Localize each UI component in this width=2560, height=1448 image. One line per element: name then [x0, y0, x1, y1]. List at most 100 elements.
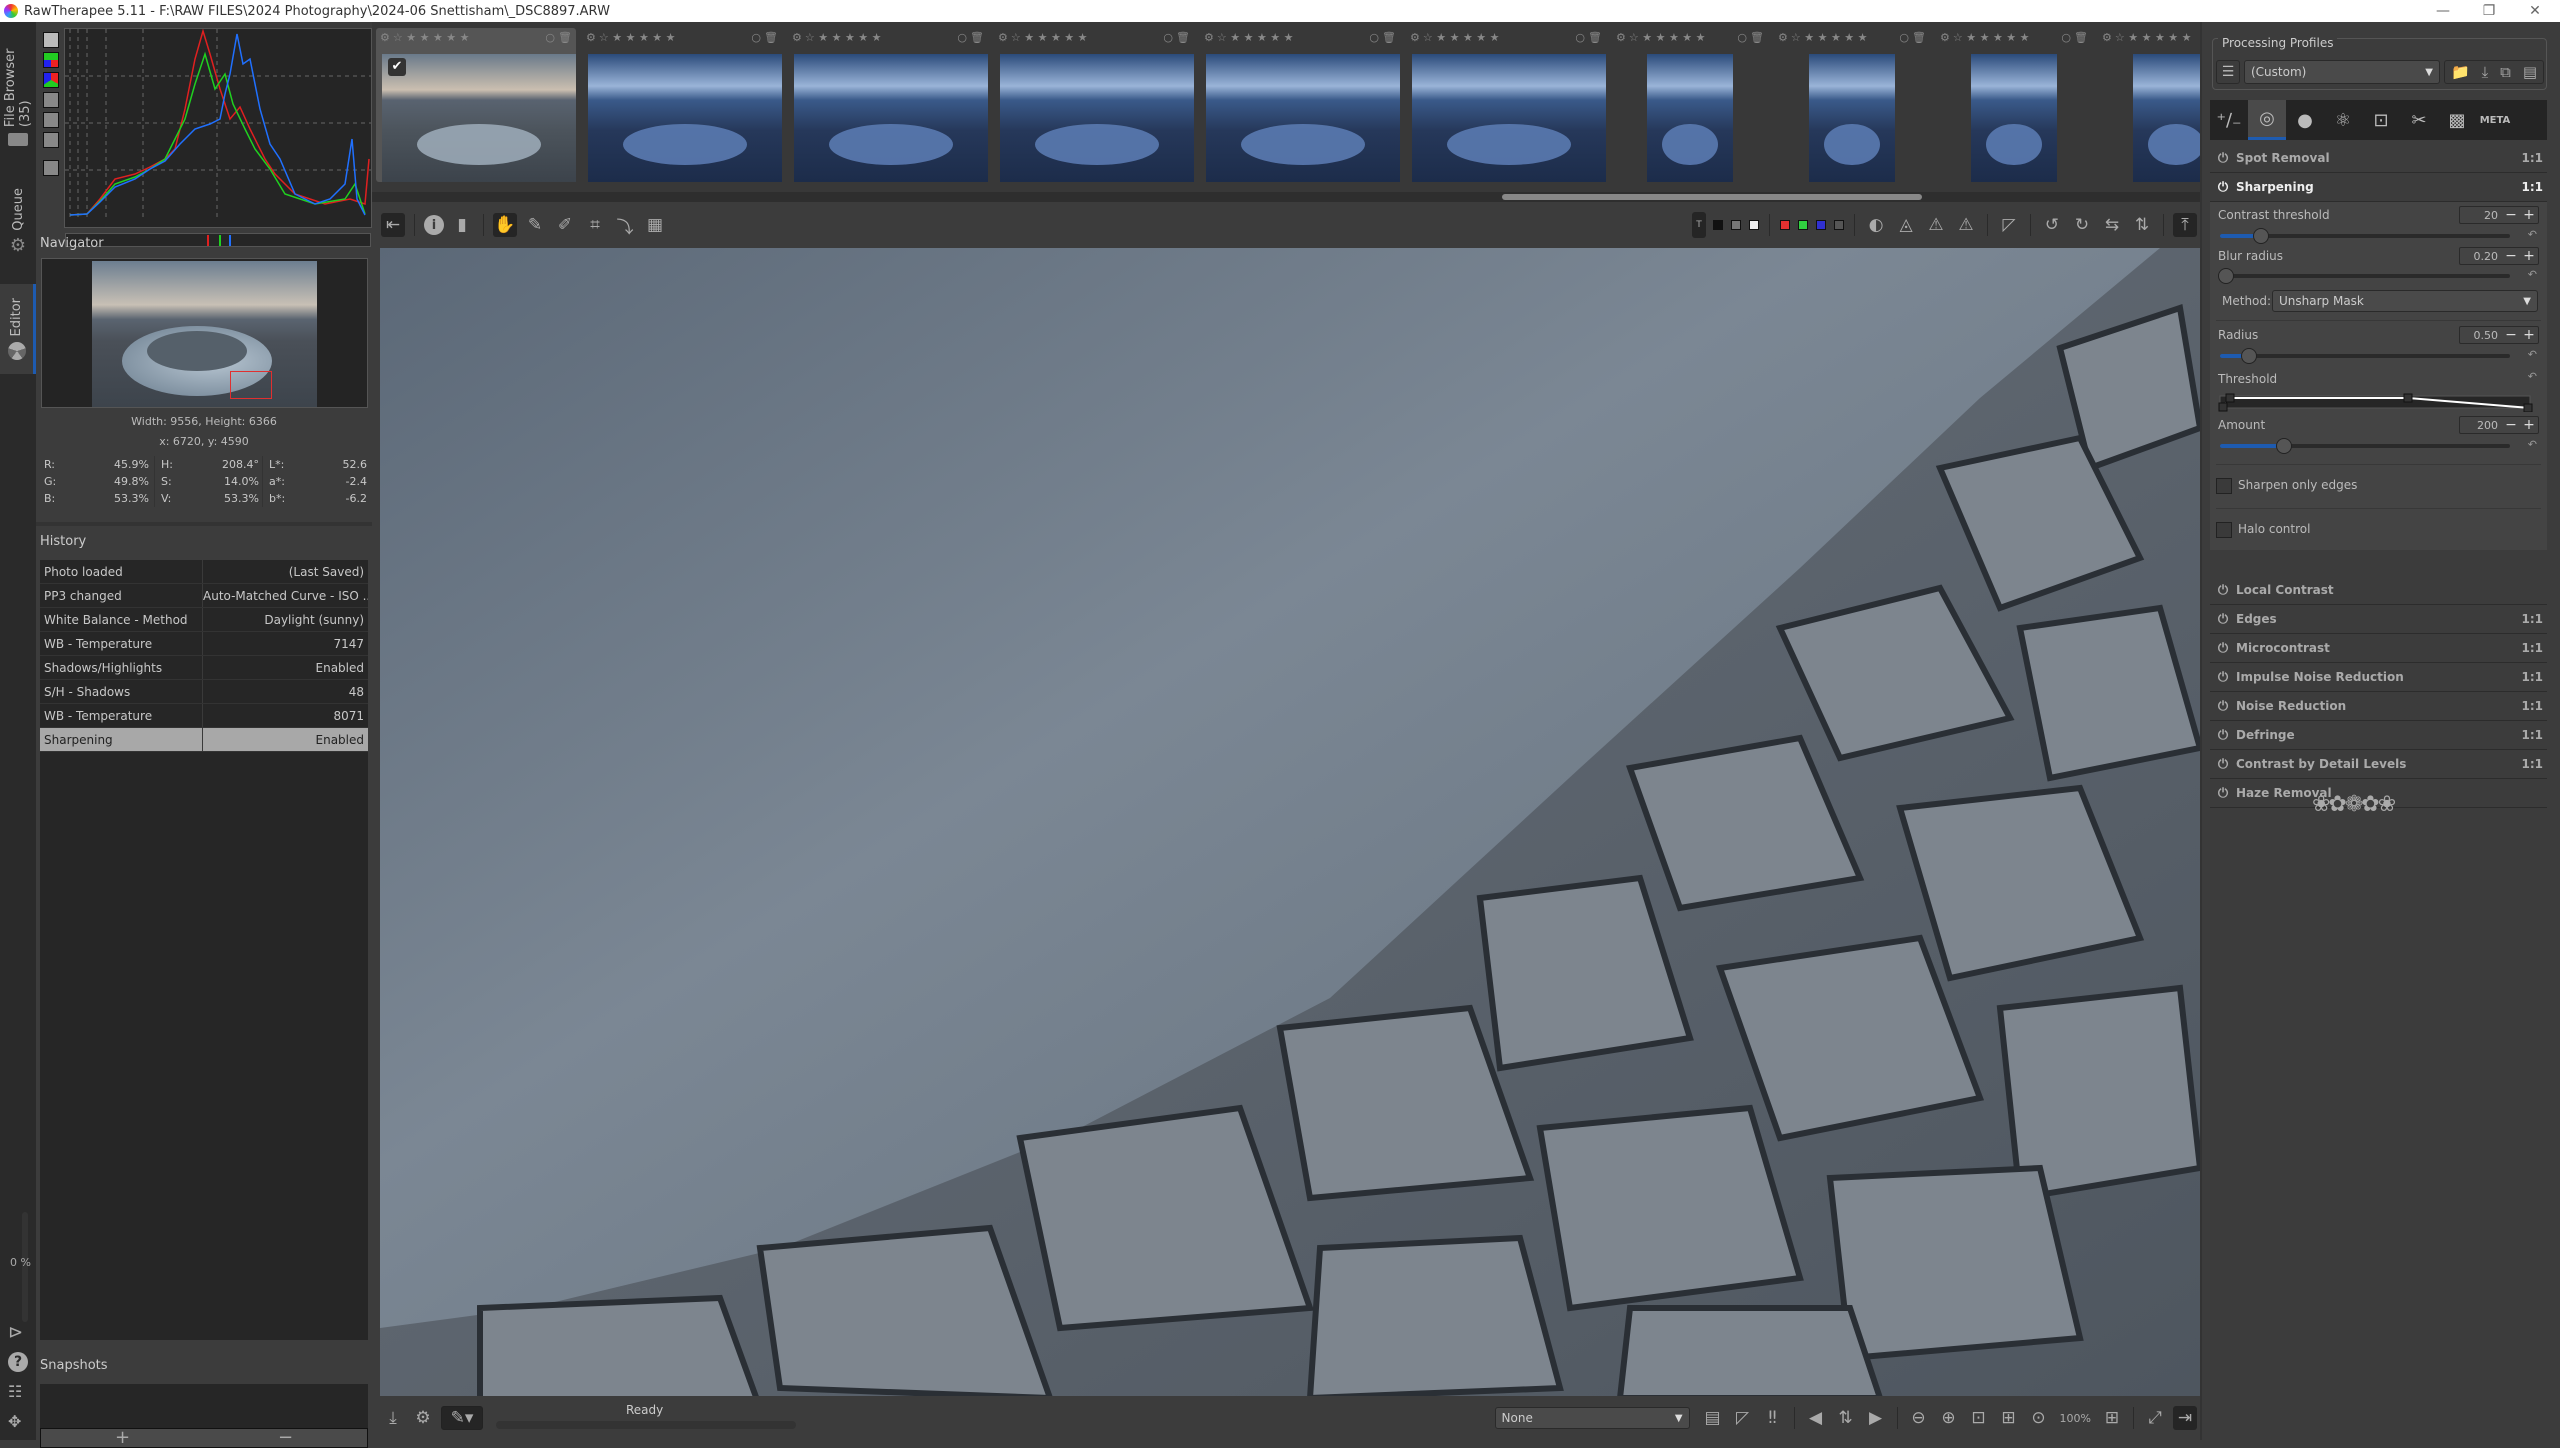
send-to-editor-icon[interactable]: ⊳: [8, 1322, 23, 1343]
locallab-tab[interactable]: ▩: [2438, 100, 2476, 140]
threshold-handle[interactable]: [2225, 393, 2235, 403]
zoom-fit-crop-icon[interactable]: ⊞: [1997, 1406, 2021, 1430]
rating-stars[interactable]: ☆ ★ ★ ★ ★ ★: [1217, 31, 1294, 44]
preferences-icon[interactable]: ☷: [8, 1382, 22, 1401]
power-icon[interactable]: ⏻: [2210, 641, 2236, 656]
luminance-channel-button[interactable]: [1834, 220, 1844, 230]
contrast-threshold-spinner[interactable]: 20− +: [2459, 206, 2539, 224]
filmstrip-thumbnail[interactable]: ⚙☆ ★ ★ ★ ★ ★ ○🗑: [582, 28, 782, 182]
blue-channel-button[interactable]: [1816, 220, 1826, 230]
gear-icon[interactable]: ⚙: [1410, 31, 1420, 44]
previous-image-icon[interactable]: ◀: [1804, 1406, 1828, 1430]
exposure-tab[interactable]: ⁺∕₋: [2210, 100, 2248, 140]
gear-icon[interactable]: ⚙: [1940, 31, 1950, 44]
filmstrip-thumbnail[interactable]: ⚙☆ ★ ★ ★ ★ ★ ○🗑: [1774, 28, 1930, 182]
green-channel-button[interactable]: [1798, 220, 1808, 230]
history-row[interactable]: Shadows/Highlights Enabled: [40, 656, 368, 680]
straighten-icon[interactable]: ⤵: [613, 213, 637, 238]
tool-microcontrast[interactable]: ⏻ Microcontrast 1:1: [2210, 634, 2547, 663]
queue-settings-icon[interactable]: ⚙: [411, 1406, 435, 1430]
send-to-editor-button[interactable]: ✎▾: [441, 1406, 483, 1430]
flip-vertical-icon[interactable]: ⇅: [2130, 213, 2154, 237]
power-icon[interactable]: ⏻: [2210, 612, 2236, 627]
slider-knob[interactable]: [2276, 438, 2292, 454]
power-icon[interactable]: ⏻: [2210, 757, 2236, 772]
amount-spinner[interactable]: 200− +: [2459, 416, 2539, 434]
tool-local-contrast[interactable]: ⏻ Local Contrast: [2210, 576, 2547, 605]
shadow-clipping-icon[interactable]: ◬: [1894, 213, 1918, 237]
blur-radius-spinner[interactable]: 0.20− +: [2459, 247, 2539, 265]
tool-impulse-noise-reduction[interactable]: ⏻ Impulse Noise Reduction 1:1: [2210, 663, 2547, 692]
tool-sharpening[interactable]: ⏻ Sharpening 1:1: [2210, 173, 2547, 202]
output-profile-select[interactable]: None ▼: [1494, 1407, 1690, 1429]
history-row[interactable]: PP3 changed Auto-Matched Curve - ISO ...: [40, 584, 368, 608]
rating-stars[interactable]: ☆ ★ ★ ★ ★ ★: [805, 31, 882, 44]
amount-slider[interactable]: [2220, 438, 2510, 454]
power-icon[interactable]: ⏻: [2210, 583, 2236, 598]
power-icon[interactable]: ⏻: [2210, 151, 2236, 166]
history-row[interactable]: Photo loaded (Last Saved): [40, 560, 368, 584]
vectorscope-hc-icon[interactable]: [43, 132, 59, 148]
remove-snapshot-button[interactable]: −: [204, 1429, 367, 1447]
trash-icon[interactable]: 🗑: [970, 31, 984, 44]
color-label-icon[interactable]: ○: [545, 31, 555, 44]
color-label-icon[interactable]: ○: [751, 31, 761, 44]
bg-grey-swatch[interactable]: [1731, 220, 1741, 230]
trash-icon[interactable]: 🗑: [1382, 31, 1396, 44]
color-tab[interactable]: ●: [2286, 100, 2324, 140]
gear-icon[interactable]: ⚙: [1778, 31, 1788, 44]
flip-horizontal-icon[interactable]: ⇆: [2100, 213, 2124, 237]
decrement-button[interactable]: −: [2502, 207, 2520, 223]
focus-mask-icon[interactable]: ◐: [1864, 213, 1888, 237]
rating-stars[interactable]: ☆ ★ ★ ★ ★ ★: [1629, 31, 1706, 44]
profile-list-icon[interactable]: ☰: [2216, 60, 2240, 84]
color-label-icon[interactable]: ○: [1369, 31, 1379, 44]
tool-noise-reduction[interactable]: ⏻ Noise Reduction 1:1: [2210, 692, 2547, 721]
tab-editor[interactable]: Editor: [0, 284, 36, 374]
advanced-tab[interactable]: ⚛: [2324, 100, 2362, 140]
history-row[interactable]: Sharpening Enabled: [40, 728, 368, 752]
radius-slider[interactable]: [2220, 348, 2510, 364]
white-balance-picker-icon[interactable]: ✎: [523, 213, 547, 237]
info-icon[interactable]: i: [424, 215, 444, 235]
history-row[interactable]: S/H - Shadows 48: [40, 680, 368, 704]
tool-defringe[interactable]: ⏻ Defringe 1:1: [2210, 721, 2547, 750]
filmstrip-thumbnail[interactable]: ⚙☆ ★ ★ ★ ★ ★ ○🗑: [994, 28, 1194, 182]
rating-stars[interactable]: ☆ ★ ★ ★ ★ ★: [1011, 31, 1088, 44]
restore-button[interactable]: ❐: [2466, 0, 2512, 22]
threshold-handle[interactable]: [2403, 393, 2413, 403]
gamut-check-icon[interactable]: ◸: [1997, 213, 2021, 237]
color-picker-icon[interactable]: ✐: [553, 213, 577, 237]
color-label-icon[interactable]: ○: [1899, 31, 1909, 44]
increment-button[interactable]: +: [2520, 207, 2538, 223]
filmstrip-scroll-thumb[interactable]: [1502, 194, 1922, 200]
rating-stars[interactable]: ☆ ★ ★ ★ ★ ★: [393, 31, 470, 44]
power-icon[interactable]: ⏻: [2210, 670, 2236, 685]
rating-stars[interactable]: ☆ ★ ★ ★ ★ ★: [1953, 31, 2030, 44]
sharpen-only-edges-checkbox[interactable]: [2216, 478, 2232, 494]
hand-tool-icon[interactable]: ✋: [493, 213, 517, 237]
trash-icon[interactable]: 🗑: [558, 31, 572, 44]
halo-control-checkbox[interactable]: [2216, 522, 2232, 538]
paste-profile-icon[interactable]: ▤: [2523, 63, 2537, 81]
copy-profile-icon[interactable]: ⧉: [2500, 63, 2511, 81]
next-image-icon[interactable]: ▶: [1864, 1406, 1888, 1430]
slider-knob[interactable]: [2252, 228, 2269, 244]
preview-mode-icon[interactable]: T: [1692, 212, 1706, 238]
save-profile-icon[interactable]: ⤓: [2482, 63, 2489, 81]
rating-stars[interactable]: ☆ ★ ★ ★ ★ ★: [1791, 31, 1868, 44]
zoom-fit-icon[interactable]: ⊡: [1967, 1406, 1991, 1430]
tab-queue[interactable]: Queue ⚙: [0, 182, 36, 262]
color-label-icon[interactable]: ○: [1575, 31, 1585, 44]
histogram-type-icon[interactable]: [43, 32, 59, 48]
minimize-button[interactable]: —: [2420, 0, 2466, 22]
reset-icon[interactable]: ↶: [2528, 228, 2537, 241]
gear-icon[interactable]: ⚙: [1204, 31, 1214, 44]
warning-shadows-icon[interactable]: ⚠: [1954, 213, 1978, 237]
zoom-100-icon[interactable]: ⊙: [2027, 1406, 2051, 1430]
reset-icon[interactable]: ↶: [2528, 438, 2537, 451]
vectorscope-hs-icon[interactable]: [43, 112, 59, 128]
trash-icon[interactable]: 🗑: [2074, 31, 2088, 44]
transform-tab[interactable]: ⊡: [2362, 100, 2400, 140]
selected-check-icon[interactable]: ✔: [388, 58, 406, 76]
